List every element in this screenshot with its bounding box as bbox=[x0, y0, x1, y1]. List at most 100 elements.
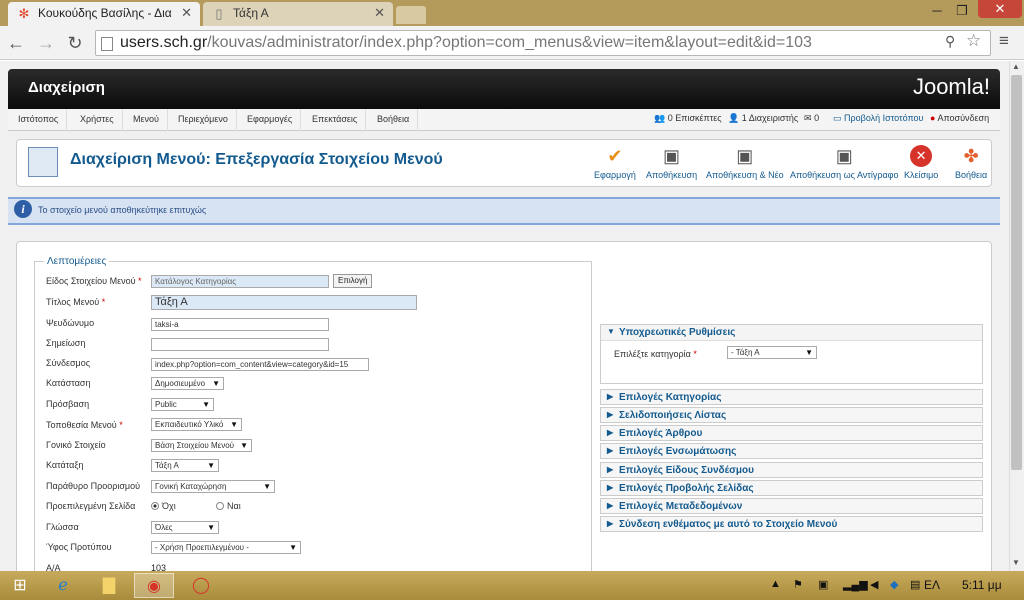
keyboard-icon[interactable]: ▤ bbox=[910, 578, 920, 591]
collapsed-arrow-icon: ▶ bbox=[607, 446, 614, 455]
select-type-button[interactable]: Επιλογή bbox=[333, 274, 373, 288]
save-new-icon: ▣ bbox=[736, 146, 754, 166]
alias-input[interactable]: taksi-a bbox=[151, 318, 329, 331]
radio-unchecked-icon bbox=[216, 502, 224, 510]
new-tab-button[interactable] bbox=[396, 6, 426, 24]
url-path: /kouvas/administrator/index.php?option=c… bbox=[207, 34, 812, 51]
file-explorer-icon[interactable]: ▇ bbox=[89, 573, 129, 598]
ordering-label: Κατάταξη bbox=[46, 460, 84, 470]
internet-explorer-icon[interactable]: ℯ bbox=[43, 573, 83, 598]
search-icon[interactable]: ⚲ bbox=[945, 33, 955, 50]
language-indicator[interactable]: ΕΛ bbox=[924, 578, 940, 592]
menu-item-users[interactable]: Χρήστες bbox=[72, 109, 123, 131]
joomla-logo: Joomla! bbox=[912, 74, 990, 99]
flag-icon[interactable]: ⚑ bbox=[793, 578, 803, 591]
category-select[interactable]: - Τάξη Α bbox=[727, 346, 817, 359]
close-tab-icon[interactable]: ✕ bbox=[181, 5, 192, 21]
panel-article-options[interactable]: ▶ Επιλογές Άρθρου bbox=[600, 425, 983, 441]
menu-item-content[interactable]: Περιεχόμενο bbox=[170, 109, 237, 131]
volume-icon[interactable]: ◀ bbox=[870, 578, 878, 591]
browser-tab[interactable]: ▯ Τάξη Α ✕ bbox=[203, 2, 393, 26]
status-select[interactable]: Δημοσιευμένο bbox=[151, 377, 224, 390]
radio-checked-icon bbox=[151, 502, 159, 510]
menu-item-type-label: Είδος Στοιχείου Μενού * bbox=[46, 276, 142, 286]
save-new-button[interactable]: ▣ Αποθήκευση & Νέο bbox=[706, 145, 784, 180]
collapsed-arrow-icon: ▶ bbox=[607, 410, 614, 419]
window-close-icon[interactable]: ✕ bbox=[978, 0, 1022, 18]
ordering-select[interactable]: Τάξη Α bbox=[151, 459, 219, 472]
target-window-select[interactable]: Γονική Καταχώρηση bbox=[151, 480, 275, 493]
collapsed-arrow-icon: ▶ bbox=[607, 428, 614, 437]
save-icon: ▣ bbox=[663, 146, 681, 166]
panel-metadata-options[interactable]: ▶ Επιλογές Μεταδεδομένων bbox=[600, 498, 983, 514]
help-button[interactable]: ✤ Βοήθεια bbox=[955, 145, 987, 180]
collapsed-arrow-icon: ▶ bbox=[607, 519, 614, 528]
close-icon: ✕ bbox=[910, 145, 933, 167]
chrome-menu-icon[interactable]: ≡ bbox=[999, 31, 1009, 51]
scroll-down-icon[interactable]: ▼ bbox=[1012, 558, 1020, 567]
apply-button[interactable]: ✔ Εφαρμογή bbox=[594, 145, 636, 180]
address-bar[interactable]: users.sch.gr/kouvas/administrator/index.… bbox=[95, 30, 991, 56]
minimize-icon[interactable]: ─ bbox=[925, 2, 949, 20]
back-icon[interactable]: ← bbox=[4, 32, 28, 54]
parent-item-select[interactable]: Βάση Στοιχείου Μενού bbox=[151, 439, 252, 452]
save-button[interactable]: ▣ Αποθήκευση bbox=[646, 145, 697, 180]
menu-item-menus[interactable]: Μενού bbox=[125, 109, 168, 131]
menu-item-extensions[interactable]: Επεκτάσεις bbox=[304, 109, 367, 131]
access-label: Πρόσβαση bbox=[46, 399, 90, 409]
panel-integration-options[interactable]: ▶ Επιλογές Ενσωμάτωσης bbox=[600, 443, 983, 459]
menu-location-label: Τοποθεσία Μενού * bbox=[46, 420, 123, 430]
template-style-label: Ύφος Προτύπου bbox=[46, 542, 112, 552]
access-select[interactable]: Public bbox=[151, 398, 214, 411]
menu-item-components[interactable]: Εφαρμογές bbox=[239, 109, 302, 131]
bookmark-star-icon[interactable]: ☆ bbox=[966, 31, 981, 51]
view-site-link[interactable]: ▭ Προβολή Ιστοτόπου bbox=[833, 113, 923, 124]
dropbox-icon[interactable]: ◆ bbox=[890, 578, 898, 591]
forward-icon[interactable]: → bbox=[34, 32, 58, 54]
reload-icon[interactable]: ↻ bbox=[63, 32, 87, 54]
chrome-taskbar-icon[interactable]: ◉ bbox=[134, 573, 174, 598]
required-settings-header[interactable]: ▼ Υποχρεωτικές Ρυθμίσεις bbox=[601, 325, 982, 341]
menu-item-site[interactable]: Ιστότοπος bbox=[10, 109, 68, 131]
menu-item-help[interactable]: Βοήθεια bbox=[369, 109, 419, 131]
tray-expand-icon[interactable]: ▲ bbox=[770, 578, 781, 590]
admins-label: 1 Διαχειριστής bbox=[741, 113, 799, 123]
default-page-no-radio[interactable]: Όχι bbox=[151, 501, 176, 511]
panel-list-layouts[interactable]: ▶ Σελιδοποιήσεις Λίστας bbox=[600, 407, 983, 423]
panel-module-assignment[interactable]: ▶ Σύνδεση ενθέματος με αυτό το Στοιχείο Μ… bbox=[600, 516, 983, 532]
template-style-select[interactable]: - Χρήση Προεπιλεγμένου - bbox=[151, 541, 301, 554]
clock[interactable]: 5:11 μμ bbox=[962, 578, 1002, 592]
logout-label: Αποσύνδεση bbox=[937, 113, 990, 123]
windows-start-icon[interactable]: ⊞ bbox=[0, 573, 40, 598]
panel-category-options[interactable]: ▶ Επιλογές Κατηγορίας bbox=[600, 389, 983, 405]
save-copy-button[interactable]: ▣ Αποθήκευση ως Αντίγραφο bbox=[790, 145, 899, 180]
tray-app-icon[interactable]: ▣ bbox=[818, 578, 828, 591]
id-label: Α/Α bbox=[46, 563, 61, 571]
note-input[interactable] bbox=[151, 338, 329, 351]
maximize-icon[interactable]: ❐ bbox=[950, 2, 974, 20]
default-page-label: Προεπιλεγμένη Σελίδα bbox=[46, 501, 136, 511]
panel-page-display-options[interactable]: ▶ Επιλογές Προβολής Σελίδας bbox=[600, 480, 983, 496]
default-page-yes-radio[interactable]: Ναι bbox=[216, 501, 241, 511]
menu-location-select[interactable]: Εκπαιδευτικό Υλικό bbox=[151, 418, 242, 431]
close-button[interactable]: ✕ Κλείσιμο bbox=[904, 145, 938, 180]
messages-count[interactable]: ✉ 0 bbox=[804, 113, 819, 124]
note-label: Σημείωση bbox=[46, 338, 86, 348]
menu-title-label: Τίτλος Μενού * bbox=[46, 297, 106, 307]
close-tab-icon[interactable]: ✕ bbox=[374, 5, 385, 21]
scroll-up-icon[interactable]: ▲ bbox=[1012, 62, 1020, 71]
language-select[interactable]: Όλες bbox=[151, 521, 219, 534]
joomla-favicon-icon: ✻ bbox=[18, 6, 30, 21]
menu-title-input[interactable]: Τάξη Α bbox=[151, 295, 417, 310]
browser-tab-active[interactable]: ✻ Κουκούδης Βασίλης - Δια ✕ bbox=[8, 2, 200, 26]
admins-count: 👤 1 Διαχειριστής bbox=[728, 113, 798, 124]
view-site-label: Προβολή Ιστοτόπου bbox=[844, 113, 924, 123]
link-field: index.php?option=com_content&view=catego… bbox=[151, 358, 369, 371]
logout-link[interactable]: ● Αποσύνδεση bbox=[930, 113, 989, 123]
panel-link-type-options[interactable]: ▶ Επιλογές Είδους Συνδέσμου bbox=[600, 462, 983, 478]
network-icon[interactable]: ▂▄▆ bbox=[843, 578, 868, 591]
collapsed-arrow-icon: ▶ bbox=[607, 392, 614, 401]
scrollbar-thumb[interactable] bbox=[1011, 75, 1022, 470]
opera-icon[interactable]: ◯ bbox=[181, 573, 221, 598]
parent-item-label: Γονικό Στοιχείο bbox=[46, 440, 106, 450]
